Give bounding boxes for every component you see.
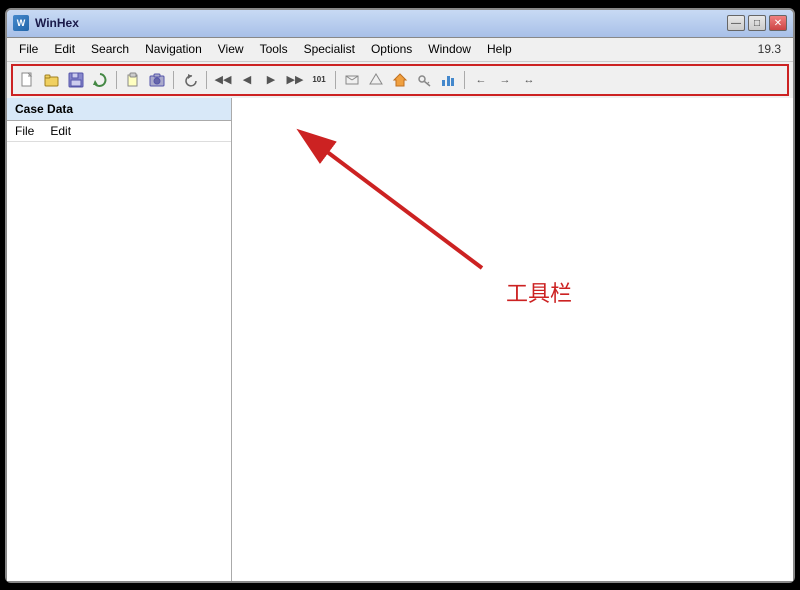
toolbar-key-btn[interactable] (413, 69, 435, 91)
menu-bar: File Edit Search Navigation View Tools S… (7, 38, 793, 62)
panel-title: Case Data (7, 98, 231, 121)
toolbar-next-btn[interactable]: ▶ (260, 69, 282, 91)
toolbar-prev-btn[interactable]: ◀ (236, 69, 258, 91)
title-bar-left: W WinHex (13, 15, 79, 31)
menu-edit[interactable]: Edit (46, 39, 83, 59)
close-button[interactable]: ✕ (769, 15, 787, 31)
panel-file-menu[interactable]: File (11, 123, 38, 139)
minimize-button[interactable]: — (727, 15, 745, 31)
menu-search[interactable]: Search (83, 39, 137, 59)
workspace: 工具栏 (232, 98, 793, 581)
toolbar-sep-1 (116, 71, 117, 89)
toolbar-camera-btn[interactable] (146, 69, 168, 91)
main-area: Case Data File Edit 工具 (7, 98, 793, 581)
toolbar-stats-btn[interactable] (437, 69, 459, 91)
panel-content (7, 142, 231, 581)
toolbar-save-btn[interactable] (65, 69, 87, 91)
annotation-arrow-svg (262, 128, 542, 288)
menu-specialist[interactable]: Specialist (296, 39, 363, 59)
toolbar-sep-5 (464, 71, 465, 89)
toolbar-next-block-btn[interactable]: ▶▶ (284, 69, 306, 91)
menu-navigation[interactable]: Navigation (137, 39, 210, 59)
window-controls: — □ ✕ (727, 15, 787, 31)
toolbar-prev-block-btn[interactable]: ◀◀ (212, 69, 234, 91)
menu-window[interactable]: Window (420, 39, 479, 59)
restore-button[interactable]: □ (748, 15, 766, 31)
menu-file[interactable]: File (11, 39, 46, 59)
toolbar-sep-3 (206, 71, 207, 89)
panel-edit-menu[interactable]: Edit (46, 123, 75, 139)
menu-options[interactable]: Options (363, 39, 420, 59)
version-label: 19.3 (758, 42, 789, 56)
toolbar-paste-btn[interactable] (122, 69, 144, 91)
toolbar-undo-btn[interactable] (179, 69, 201, 91)
toolbar-counter-btn[interactable]: 101 (308, 69, 330, 91)
menu-view[interactable]: View (210, 39, 252, 59)
window-title: WinHex (35, 16, 79, 30)
toolbar-sep-4 (335, 71, 336, 89)
toolbar-tool2-btn[interactable] (365, 69, 387, 91)
toolbar-go-nav-btn[interactable]: ↔ (518, 69, 540, 91)
menu-tools[interactable]: Tools (252, 39, 296, 59)
app-icon: W (13, 15, 29, 31)
toolbar-go-forward-btn[interactable]: → (494, 69, 516, 91)
menu-items: File Edit Search Navigation View Tools S… (11, 39, 520, 59)
toolbar-home-btn[interactable] (389, 69, 411, 91)
toolbar-open-btn[interactable] (41, 69, 63, 91)
toolbar-tool1-btn[interactable] (341, 69, 363, 91)
annotation-container: 工具栏 (262, 128, 582, 328)
toolbar: ◀◀ ◀ ▶ ▶▶ 101 ← → ↔ (11, 64, 789, 96)
main-window: W WinHex — □ ✕ File Edit Search Navigati… (5, 8, 795, 583)
toolbar-new-btn[interactable] (17, 69, 39, 91)
menu-help[interactable]: Help (479, 39, 520, 59)
annotation-text: 工具栏 (506, 276, 572, 308)
toolbar-go-back-btn[interactable]: ← (470, 69, 492, 91)
title-bar: W WinHex — □ ✕ (7, 10, 793, 38)
toolbar-sep-2 (173, 71, 174, 89)
panel-menu: File Edit (7, 121, 231, 142)
left-panel: Case Data File Edit (7, 98, 232, 581)
toolbar-refresh-btn[interactable] (89, 69, 111, 91)
